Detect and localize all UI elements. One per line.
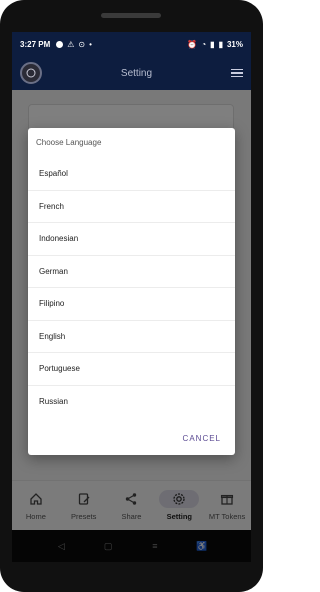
hamburger-menu-icon[interactable] xyxy=(231,68,243,78)
status-time: 3:27 PM xyxy=(20,39,51,49)
cancel-button[interactable]: CANCEL xyxy=(183,434,221,443)
warning-icon: ⚠ xyxy=(67,39,75,49)
screen: 3:27 PM ⚠ ⊙ • ⏰ ◔ ▮ ▮ 31% Setting Choose… xyxy=(12,32,251,562)
language-option[interactable]: English xyxy=(28,321,235,353)
logo-icon xyxy=(26,68,36,78)
app-bar: Setting xyxy=(12,56,251,90)
target-icon: ⊙ xyxy=(78,39,86,49)
language-dialog: Choose Language Español French Indonesia… xyxy=(28,128,235,455)
status-bar: 3:27 PM ⚠ ⊙ • ⏰ ◔ ▮ ▮ 31% xyxy=(12,32,251,56)
status-system-icons: ⏰ ◔ ▮ ▮ 31% xyxy=(187,40,243,49)
wifi-icon: ◔ xyxy=(201,39,207,49)
status-notification-icons: ⚠ ⊙ • xyxy=(56,40,92,49)
earpiece xyxy=(101,13,161,18)
language-option[interactable]: Filipino xyxy=(28,288,235,321)
dot-icon: • xyxy=(89,39,92,49)
language-option[interactable]: Portuguese xyxy=(28,353,235,386)
language-option-list: Español French Indonesian German Filipin… xyxy=(28,158,235,418)
alarm-icon: ⏰ xyxy=(187,39,198,49)
phone-frame: 3:27 PM ⚠ ⊙ • ⏰ ◔ ▮ ▮ 31% Setting Choose… xyxy=(0,0,263,592)
dialog-title: Choose Language xyxy=(36,138,102,147)
battery-percent: 31% xyxy=(226,39,243,49)
signal-icon: ▮ xyxy=(210,39,215,49)
language-option[interactable]: German xyxy=(28,256,235,288)
app-notification-icon xyxy=(56,40,64,48)
language-option[interactable]: Russian xyxy=(28,386,235,419)
language-option[interactable]: Español xyxy=(28,158,235,191)
battery-icon: ▮ xyxy=(218,39,223,49)
avatar[interactable] xyxy=(20,62,42,84)
language-option[interactable]: French xyxy=(28,191,235,223)
page-title: Setting xyxy=(120,67,153,79)
language-option[interactable]: Indonesian xyxy=(28,223,235,256)
